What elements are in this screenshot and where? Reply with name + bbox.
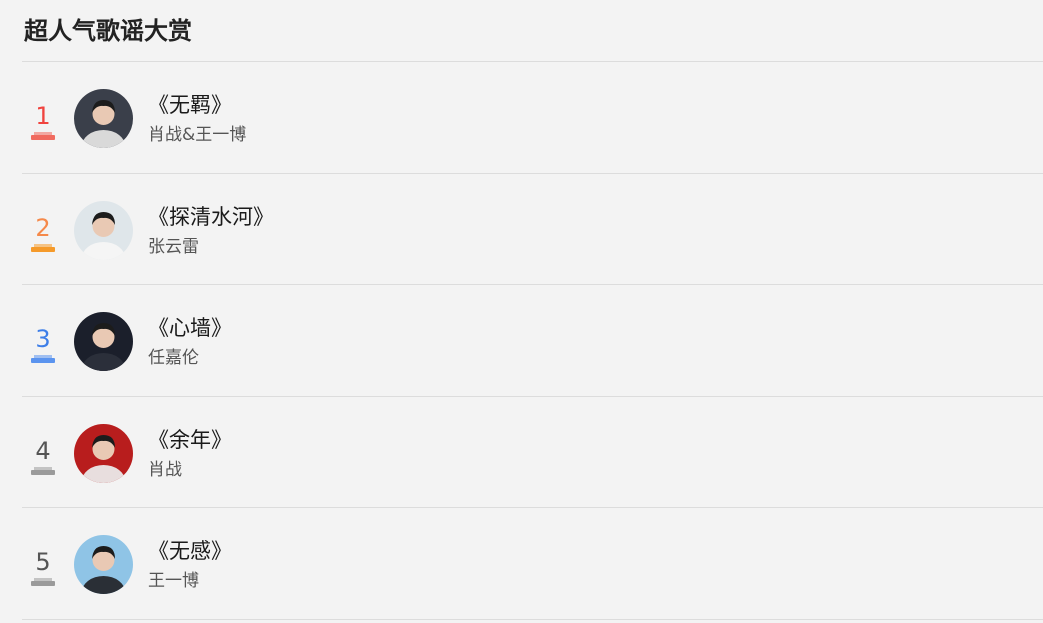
list-item[interactable]: 2 《探清水河》 张云雷 [22,174,1043,285]
song-title[interactable]: 《探清水河》 [148,204,274,230]
rank-podium-icon [31,355,55,363]
song-title[interactable]: 《无感》 [148,538,232,564]
artist-name: 任嘉伦 [148,348,199,368]
artist-avatar[interactable] [74,423,133,483]
song-title[interactable]: 《余年》 [148,427,232,453]
song-title[interactable]: 《无羁》 [148,92,232,118]
list-item[interactable]: 3 《心墙》 任嘉伦 [22,285,1043,397]
person-icon [74,312,133,371]
artist-avatar[interactable] [74,312,133,371]
person-icon [74,200,133,260]
page-title: 超人气歌谣大赏 [22,0,1043,62]
artist-avatar[interactable] [74,535,133,594]
artist-name: 张云雷 [148,236,199,257]
song-ranking-list: 1 《无羁》 肖战&王一博 2 《探清水河》 张云雷 3 《心墙》 任嘉伦 4 … [22,62,1043,620]
list-item[interactable]: 5 《无感》 王一博 [22,508,1043,620]
rank-number: 2 [35,213,51,242]
person-icon [74,535,133,594]
artist-avatar[interactable] [74,89,133,148]
rank-podium-icon [31,243,55,252]
chart-panel: 超人气歌谣大赏 1 《无羁》 肖战&王一博 2 《探清水河》 张云雷 3 《心墙… [22,0,1043,623]
list-item[interactable]: 4 《余年》 肖战 [22,397,1043,508]
rank-podium-icon [31,466,55,475]
person-icon [74,89,133,148]
artist-avatar[interactable] [74,200,133,260]
rank-number: 4 [35,436,51,465]
rank-podium-icon [31,578,55,586]
artist-name: 肖战 [148,459,182,480]
rank-podium-icon [31,132,55,140]
rank-number: 5 [35,548,51,576]
artist-name: 肖战&王一博 [148,125,247,145]
person-icon [74,423,133,483]
rank-number: 1 [35,102,51,130]
song-title[interactable]: 《心墙》 [148,315,232,341]
artist-name: 王一博 [148,571,199,591]
list-item[interactable]: 1 《无羁》 肖战&王一博 [22,62,1043,174]
rank-number: 3 [35,325,51,353]
